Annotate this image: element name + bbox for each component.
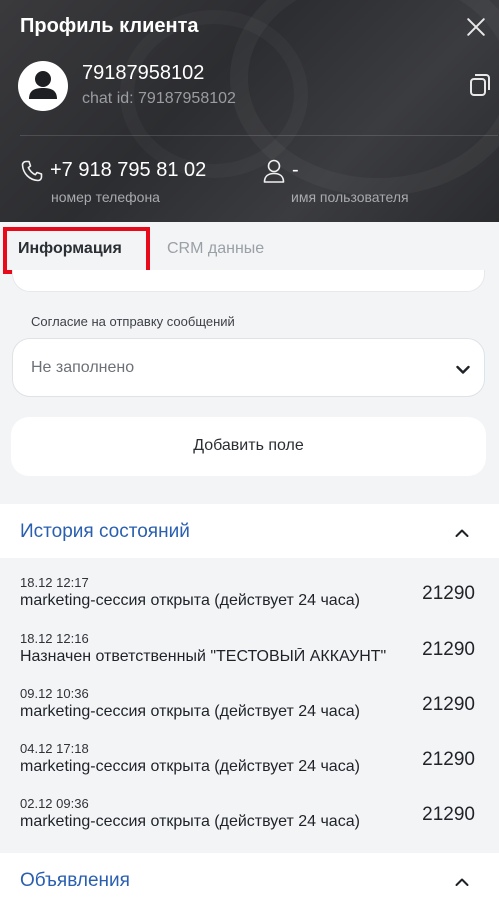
history-item: 18.12 12:16 Назначен ответственный "ТЕСТ… xyxy=(0,631,499,687)
history-id: 21290 xyxy=(422,583,475,604)
header-divider xyxy=(20,135,498,136)
close-icon[interactable] xyxy=(463,14,489,40)
avatar-icon xyxy=(18,61,68,111)
chevron-down-icon xyxy=(456,362,470,374)
previous-field-card xyxy=(12,270,485,292)
username-caption: имя пользователя xyxy=(291,189,409,205)
chat-id: chat id: 79187958102 xyxy=(82,90,236,107)
consent-label: Согласие на отправку сообщений xyxy=(31,314,235,329)
tab-highlight-box xyxy=(3,227,150,274)
history-text: marketing-сессия открыта (действует 24 ч… xyxy=(20,703,360,720)
history-time: 18.12 12:17 xyxy=(20,575,89,590)
chevron-up-icon[interactable] xyxy=(455,525,469,537)
consent-select-value: Не заполнено xyxy=(31,359,135,376)
history-text: marketing-сессия открыта (действует 24 ч… xyxy=(20,592,360,609)
phone-caption: номер телефона xyxy=(51,189,160,205)
user-icon xyxy=(262,158,286,184)
consent-select[interactable]: Не заполнено xyxy=(12,338,485,397)
history-item: 02.12 09:36 marketing-сессия открыта (де… xyxy=(0,796,499,852)
phone-icon xyxy=(20,159,44,183)
history-item: 09.12 10:36 marketing-сессия открыта (де… xyxy=(0,686,499,742)
history-id: 21290 xyxy=(422,804,475,825)
ads-title: Объявления xyxy=(20,870,130,891)
history-id: 21290 xyxy=(422,749,475,770)
ads-section-header[interactable]: Объявления xyxy=(0,853,499,898)
history-time: 04.12 17:18 xyxy=(20,741,89,756)
history-id: 21290 xyxy=(422,694,475,715)
copy-icon[interactable] xyxy=(469,73,491,97)
client-name: 79187958102 xyxy=(82,62,205,84)
history-time: 09.12 10:36 xyxy=(20,686,89,701)
history-time: 18.12 12:16 xyxy=(20,631,89,646)
history-text: marketing-сессия открыта (действует 24 ч… xyxy=(20,813,360,830)
history-list: 18.12 12:17 marketing-сессия открыта (де… xyxy=(0,558,499,844)
tab-crm-data[interactable]: CRM данные xyxy=(167,240,264,258)
history-section-header[interactable]: История состояний xyxy=(0,504,499,558)
profile-header: Профиль клиента 79187958102 chat id: 791… xyxy=(0,0,499,222)
history-item: 18.12 12:17 marketing-сессия открыта (де… xyxy=(0,575,499,631)
add-field-label: Добавить поле xyxy=(193,437,304,454)
add-field-button[interactable]: Добавить поле xyxy=(11,417,486,476)
history-text: marketing-сессия открыта (действует 24 ч… xyxy=(20,758,360,775)
chevron-up-icon[interactable] xyxy=(455,874,469,886)
phone-number: +7 918 795 81 02 xyxy=(50,159,207,181)
history-id: 21290 xyxy=(422,639,475,660)
history-title: История состояний xyxy=(20,521,190,542)
profile-title: Профиль клиента xyxy=(20,15,199,37)
history-text: Назначен ответственный "ТЕСТОВЫЙ АККАУНТ… xyxy=(20,648,387,665)
history-time: 02.12 09:36 xyxy=(20,796,89,811)
history-item: 04.12 17:18 marketing-сессия открыта (де… xyxy=(0,741,499,797)
username-value: - xyxy=(292,159,299,181)
